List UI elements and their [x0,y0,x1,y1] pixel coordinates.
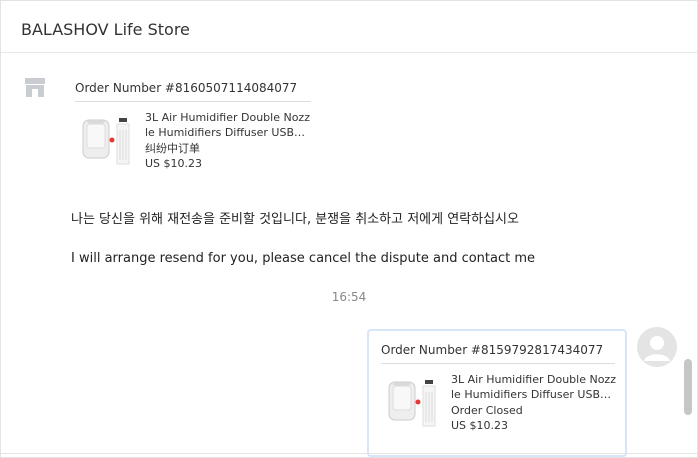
product-title[interactable]: 3L Air Humidifier Double Nozzle Humidifi… [145,110,313,140]
message-english: I will arrange resend for you, please ca… [71,251,536,266]
store-name[interactable]: BALASHOV Life Store [21,20,190,40]
product-image[interactable] [385,376,441,432]
order-status: Order Closed [451,404,523,417]
order-number[interactable]: Order Number #8159792817434077 [381,341,615,364]
product-image[interactable] [79,114,135,170]
product-price: US $10.23 [145,157,203,170]
order-number[interactable]: Order Number #8160507114084077 [75,79,311,102]
user-avatar-icon[interactable] [637,327,677,367]
product-price: US $10.23 [451,419,509,432]
order-status: 纠纷中订单 [145,142,200,155]
message-korean: 나는 당신을 위해 재전송을 준비할 것입니다, 분쟁을 취소하고 저에게 연락… [71,212,519,227]
chat-header: BALASHOV Life Store [1,1,697,53]
product-title[interactable]: 3L Air Humidifier Double Nozzle Humidifi… [451,372,617,402]
divider [1,453,697,454]
order-card[interactable]: Order Number #8160507114084077 3L Air Hu… [75,79,311,178]
scrollbar-thumb[interactable] [684,359,692,415]
store-icon[interactable] [23,75,47,99]
chat-window: BALASHOV Life Store Order Number #816050… [0,0,698,458]
my-order-card[interactable]: Order Number #8159792817434077 3L Air Hu… [367,329,627,457]
message-timestamp: 16:54 [331,290,367,304]
